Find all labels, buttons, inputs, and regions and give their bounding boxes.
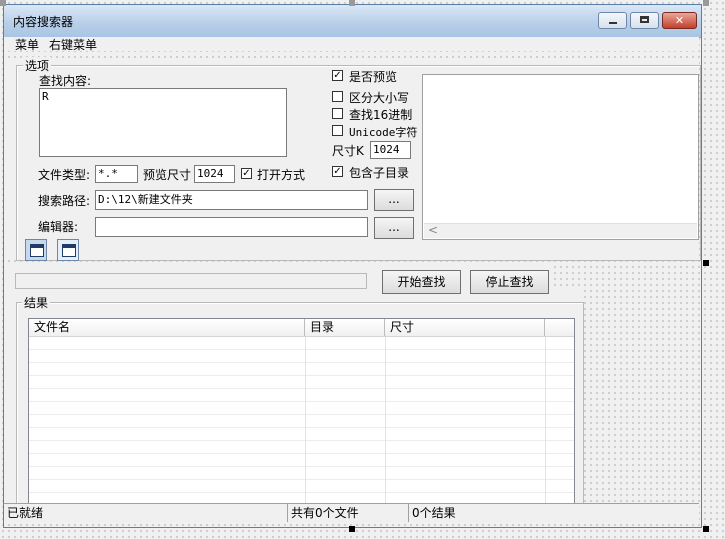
scroll-left-icon[interactable]: < [428,223,438,237]
open-mode-label: 打开方式 [257,168,306,182]
status-ready: 已就绪 [4,504,288,522]
browse-editor-button[interactable]: ... [374,217,414,239]
size-k-input[interactable]: 1024 [370,141,411,159]
case-sensitive-checkbox[interactable] [332,91,343,102]
search-content-label: 查找内容: [39,74,92,88]
menu-item-menu[interactable]: 菜单 [15,36,39,53]
editor-label: 编辑器: [38,220,79,234]
column-divider [305,337,306,503]
search-path-input[interactable]: D:\12\新建文件夹 [95,190,368,210]
status-result-count: 0个结果 [412,506,456,520]
window-title: 内容搜索器 [13,15,74,29]
selection-handle[interactable] [349,526,355,532]
column-header-filename[interactable]: 文件名 [29,319,305,336]
preview-horizontal-scrollbar[interactable]: < [424,223,697,238]
column-divider [545,337,546,503]
status-bar: 已就绪 共有0个文件 0个结果 [4,503,699,522]
start-search-button[interactable]: 开始查找 [382,270,461,294]
minimize-button[interactable] [598,12,627,29]
selection-handle[interactable] [349,0,355,6]
results-list[interactable]: 文件名 目录 尺寸 [28,318,575,504]
progress-bar [15,273,367,289]
results-rows [29,337,574,503]
column-divider [385,337,386,503]
editor-input[interactable] [95,217,368,237]
client-top-area [4,37,699,51]
search-content-input[interactable]: R [39,88,287,157]
results-group-title: 结果 [22,294,51,311]
window-component-icon-2[interactable] [57,239,79,261]
file-type-label: 文件类型: [38,168,91,182]
case-sensitive-label: 区分大小写 [349,91,410,105]
hex-search-checkbox[interactable] [332,108,343,119]
column-header-directory[interactable]: 目录 [305,319,385,336]
minimize-icon [609,22,617,24]
maximize-button[interactable] [630,12,659,29]
column-header-size[interactable]: 尺寸 [385,319,545,336]
preview-checkbox[interactable]: ✓ [332,70,343,81]
preview-pane[interactable]: < [422,74,699,240]
selection-handle[interactable] [703,260,709,266]
preview-size-input[interactable]: 1024 [194,165,235,183]
selection-handle[interactable] [703,0,709,6]
preview-checkbox-label: 是否预览 [349,70,398,84]
window-component-icon[interactable] [25,239,47,261]
preview-size-label: 预览尺寸 [143,168,192,182]
unicode-checkbox[interactable] [332,125,343,136]
selection-handle[interactable] [703,526,709,532]
close-button[interactable]: ✕ [662,12,697,29]
size-k-label: 尺寸K [332,144,364,158]
window-icon [30,244,44,257]
hex-search-label: 查找16进制 [349,108,413,122]
include-subdir-checkbox[interactable]: ✓ [332,166,343,177]
file-type-input[interactable]: *.* [95,165,138,183]
search-path-label: 搜索路径: [38,194,91,208]
results-header: 文件名 目录 尺寸 [29,319,574,337]
title-bar[interactable]: 内容搜索器 ✕ [4,5,701,38]
unicode-label: Unicode字符 [349,126,418,139]
include-subdir-label: 包含子目录 [349,166,410,180]
window-icon [62,244,76,257]
stop-search-button[interactable]: 停止查找 [470,270,549,294]
status-file-count: 共有0个文件 [288,504,409,522]
menu-item-context-menu[interactable]: 右键菜单 [49,36,97,53]
maximize-icon [640,16,649,23]
close-icon: ✕ [674,14,685,27]
selection-handle[interactable] [0,0,6,6]
browse-path-button[interactable]: ... [374,189,414,211]
open-mode-checkbox[interactable]: ✓ [241,168,252,179]
